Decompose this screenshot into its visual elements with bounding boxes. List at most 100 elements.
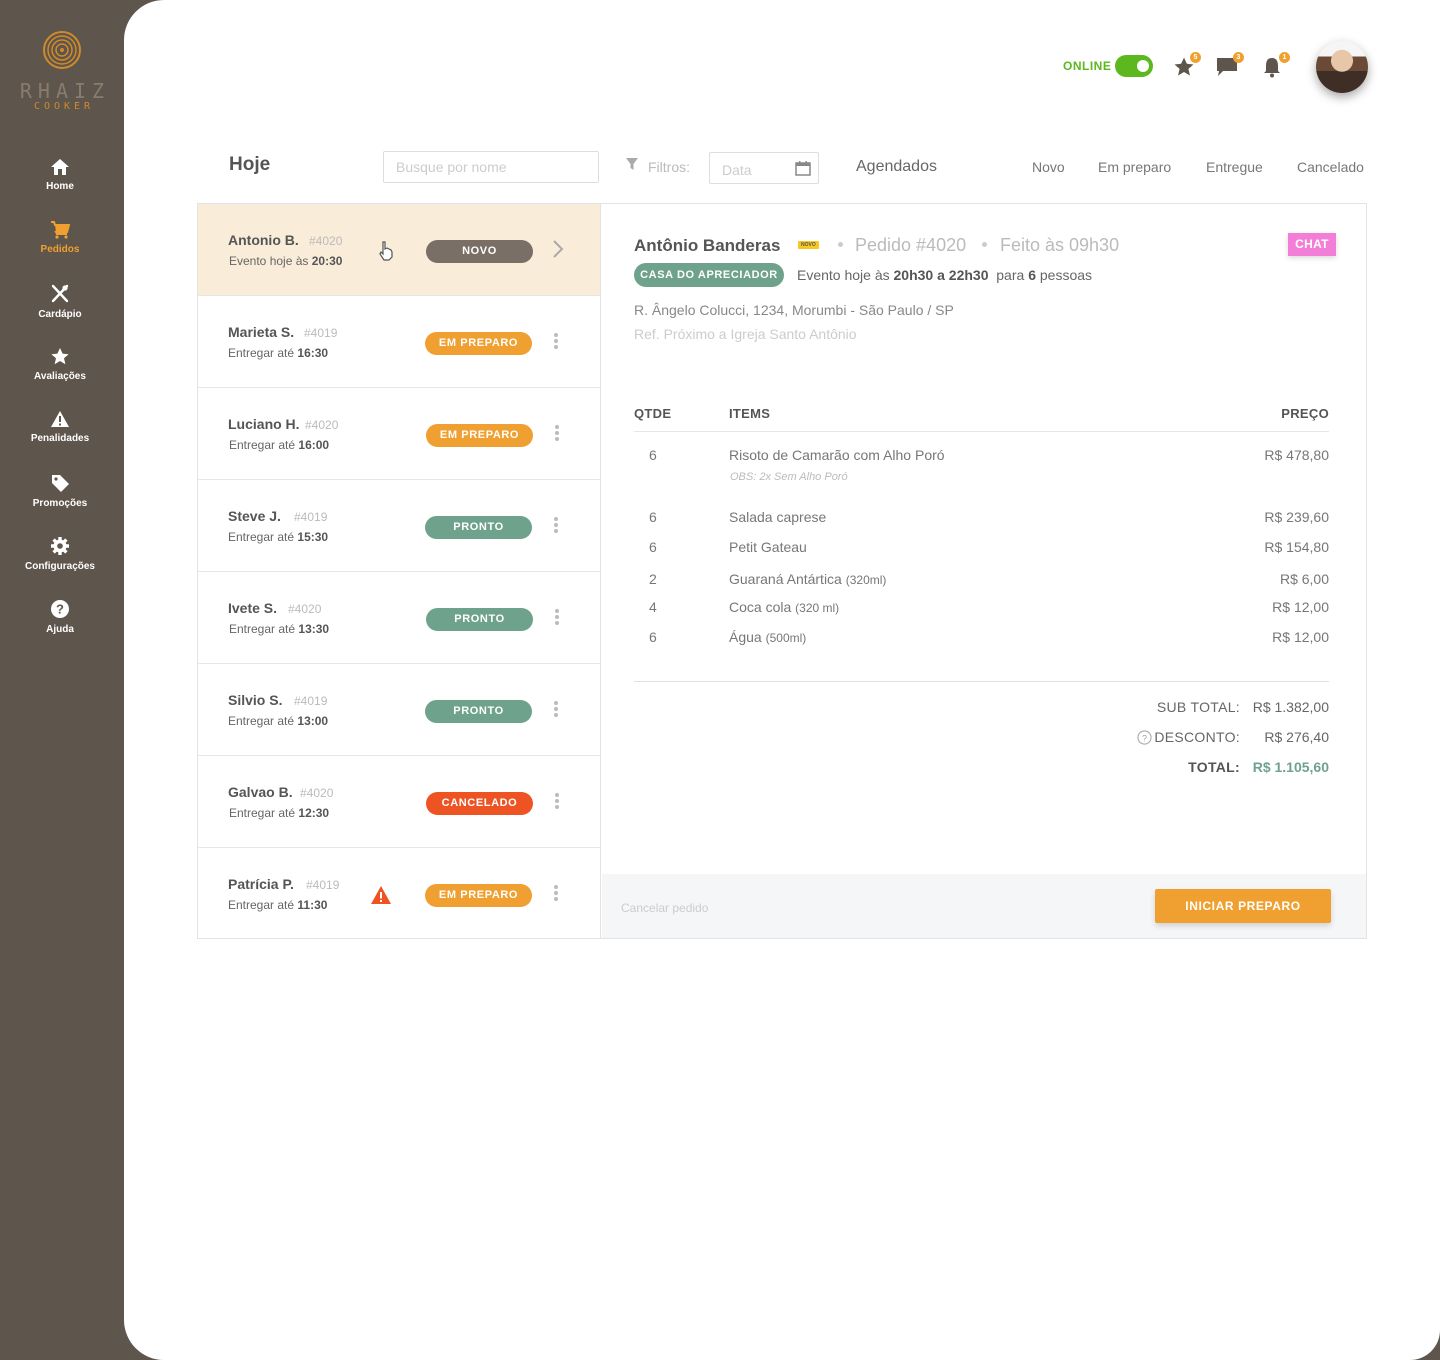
sidebar-item-promocoes[interactable]: Promoções — [0, 473, 120, 509]
item-price: R$ 478,80 — [1264, 447, 1329, 463]
item-name: Água (500ml) — [729, 629, 807, 645]
status-filter-novo[interactable]: Novo — [1032, 159, 1065, 175]
notifications-button[interactable]: 1 — [1262, 52, 1290, 80]
item-qty: 4 — [649, 599, 657, 615]
item-qty: 6 — [649, 447, 657, 463]
order-customer-name: Antonio B. — [228, 232, 299, 248]
status-badge: EM PREPARO — [425, 332, 532, 355]
order-row[interactable]: Patrícia P. #4019 Entregar até 11:30 EM … — [198, 848, 600, 938]
item-price: R$ 239,60 — [1264, 509, 1329, 525]
divider — [634, 431, 1329, 432]
total-label: TOTAL: — [1188, 759, 1240, 775]
more-options-icon[interactable] — [550, 332, 562, 352]
status-filter-cancelado[interactable]: Cancelado — [1297, 159, 1364, 175]
order-customer-name: Patrícia P. — [228, 876, 294, 892]
order-when: Entregar até 16:00 — [229, 438, 330, 452]
date-placeholder: Data — [722, 162, 752, 178]
search-input[interactable] — [383, 151, 599, 183]
sidebar-item-label: Home — [46, 181, 74, 192]
item-name: Risoto de Camarão com Alho Poró — [729, 447, 945, 463]
order-customer-name: Steve J. — [228, 508, 281, 524]
order-customer-name: Luciano H. — [228, 416, 300, 432]
more-options-icon[interactable] — [551, 608, 563, 628]
reviews-button[interactable]: 5 — [1173, 52, 1201, 80]
chat-button[interactable]: CHAT — [1288, 233, 1336, 256]
item-name: Coca cola (320 ml) — [729, 599, 840, 615]
more-options-icon[interactable] — [550, 516, 562, 536]
order-row[interactable]: Galvao B. #4020 Entregar até 12:30 CANCE… — [198, 756, 600, 848]
warning-icon — [371, 886, 391, 904]
order-row[interactable]: Luciano H. #4020 Entregar até 16:00 EM P… — [198, 388, 600, 480]
column-header-price: PREÇO — [1281, 406, 1329, 421]
star-icon — [51, 348, 69, 365]
warning-icon — [51, 411, 69, 427]
date-picker[interactable]: Data — [709, 152, 819, 184]
item-qty: 6 — [649, 629, 657, 645]
order-id: #4019 — [294, 694, 328, 708]
item-observation: OBS: 2x Sem Alho Poró — [730, 471, 848, 483]
order-id: #4019 — [306, 878, 340, 892]
cancel-order-link[interactable]: Cancelar pedido — [621, 901, 708, 915]
brand-name: RHAIZ — [19, 79, 111, 103]
svg-text:?: ? — [56, 602, 64, 617]
chevron-right-icon[interactable] — [552, 239, 564, 259]
order-list: Antonio B. #4020 Evento hoje às 20:30 NO… — [198, 204, 601, 938]
start-preparation-button[interactable]: INICIAR PREPARO — [1155, 889, 1331, 923]
sidebar-item-pedidos[interactable]: Pedidos — [0, 221, 120, 255]
order-when: Entregar até 16:30 — [228, 346, 329, 360]
order-when: Evento hoje às 20:30 — [229, 254, 343, 268]
order-customer-name: Galvao B. — [228, 784, 293, 800]
filter-icon — [626, 158, 638, 170]
status-filter-em-preparo[interactable]: Em preparo — [1098, 159, 1171, 175]
order-row[interactable]: Silvio S. #4019 Entregar até 13:00 PRONT… — [198, 664, 600, 756]
online-toggle[interactable] — [1115, 55, 1153, 77]
user-avatar[interactable] — [1316, 41, 1368, 93]
more-options-icon[interactable] — [551, 792, 563, 812]
help-icon: ? — [51, 600, 69, 618]
more-options-icon[interactable] — [550, 700, 562, 720]
sidebar-item-home[interactable]: Home — [0, 158, 120, 192]
order-when: Entregar até 11:30 — [228, 898, 328, 912]
status-badge: CANCELADO — [426, 792, 533, 815]
filters-label: Filtros: — [648, 159, 690, 175]
scheduled-filter[interactable]: Agendados — [856, 158, 937, 176]
hand-cursor-icon — [379, 241, 393, 261]
separator-dot — [982, 242, 987, 247]
item-name: Petit Gateau — [729, 539, 807, 555]
order-id: #4019 — [294, 510, 328, 524]
sidebar-item-label: Ajuda — [46, 624, 74, 635]
column-header-items: ITEMS — [729, 406, 771, 421]
status-badge: PRONTO — [425, 700, 532, 723]
column-header-qty: QTDE — [634, 406, 672, 421]
more-options-icon[interactable] — [551, 424, 563, 444]
online-status-label: ONLINE — [1063, 59, 1112, 73]
order-when: Entregar até 13:30 — [229, 622, 330, 636]
sidebar-item-avaliacoes[interactable]: Avaliações — [0, 347, 120, 382]
help-circle-icon[interactable]: ? — [1137, 730, 1152, 745]
order-row[interactable]: Marieta S. #4019 Entregar até 16:30 EM P… — [198, 296, 600, 388]
item-name: Guaraná Antártica (320ml) — [729, 571, 887, 587]
brand-logo[interactable]: RHAIZ COOKER — [0, 30, 124, 112]
more-options-icon[interactable] — [550, 884, 562, 904]
sidebar-item-ajuda[interactable]: ? Ajuda — [0, 599, 120, 635]
order-row[interactable]: Ivete S. #4020 Entregar até 13:30 PRONTO — [198, 572, 600, 664]
order-row[interactable]: Antonio B. #4020 Evento hoje às 20:30 NO… — [198, 204, 600, 296]
order-customer-name: Ivete S. — [228, 600, 278, 616]
sidebar-item-label: Penalidades — [30, 433, 90, 444]
status-badge: PRONTO — [426, 608, 533, 631]
sidebar-item-configuracoes[interactable]: Configurações — [0, 536, 120, 572]
sidebar-item-cardapio[interactable]: Cardápio — [0, 284, 120, 320]
order-when: Entregar até 13:00 — [228, 714, 329, 728]
item-price: R$ 12,00 — [1272, 599, 1329, 615]
delivery-address: R. Ângelo Colucci, 1234, Morumbi - São P… — [634, 302, 954, 318]
sidebar-item-label: Cardápio — [38, 309, 82, 320]
sidebar-item-penalidades[interactable]: Penalidades — [0, 410, 120, 444]
logo-rings-icon — [43, 31, 81, 69]
order-row[interactable]: Steve J. #4019 Entregar até 15:30 PRONTO — [198, 480, 600, 572]
gear-icon — [51, 537, 69, 555]
order-customer-name: Marieta S. — [228, 324, 295, 340]
messages-button[interactable]: 3 — [1216, 52, 1244, 80]
order-id: #4020 — [309, 234, 343, 248]
status-filter-entregue[interactable]: Entregue — [1206, 159, 1263, 175]
home-icon — [51, 159, 69, 175]
